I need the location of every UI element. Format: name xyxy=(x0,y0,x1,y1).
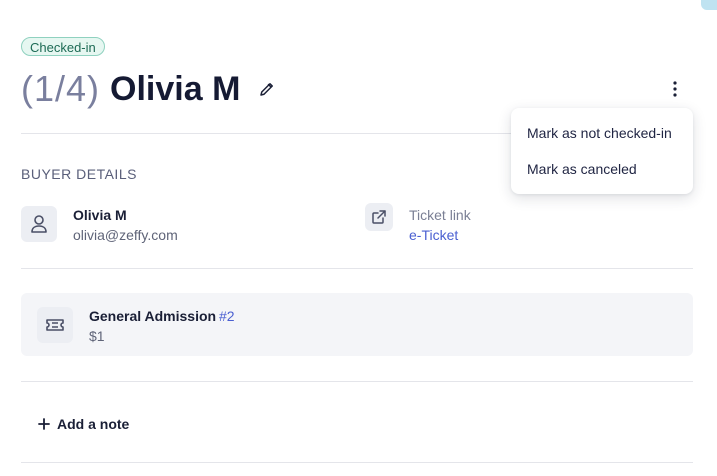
more-vertical-icon xyxy=(673,81,677,97)
ticket-icon-box xyxy=(37,307,73,343)
buyer-details-title: BUYER DETAILS xyxy=(21,166,137,182)
ticket-price: $1 xyxy=(89,328,105,344)
ticket-icon xyxy=(46,319,64,331)
page-title: (1/4) Olivia M xyxy=(21,66,278,112)
attendee-name: Olivia M xyxy=(110,69,241,108)
more-options-button[interactable] xyxy=(664,78,686,100)
buyer-email: olivia@zeffy.com xyxy=(73,227,178,243)
corner-accent xyxy=(701,0,717,10)
add-note-button[interactable]: Add a note xyxy=(38,414,129,434)
add-note-label: Add a note xyxy=(57,416,130,432)
status-badge: Checked-in xyxy=(21,37,105,56)
pencil-icon xyxy=(260,83,274,96)
menu-item-mark-canceled[interactable]: Mark as canceled xyxy=(527,161,637,177)
ticket-link-label: Ticket link xyxy=(409,207,471,223)
plus-icon xyxy=(38,418,50,430)
divider xyxy=(21,462,693,463)
ticket-card: General Admission #2 $1 xyxy=(21,293,693,356)
divider xyxy=(21,381,693,382)
edit-name-button[interactable] xyxy=(256,78,278,100)
user-icon xyxy=(31,215,47,233)
user-icon-box xyxy=(21,206,57,242)
external-link-icon-box xyxy=(365,203,393,231)
divider xyxy=(21,268,693,269)
attendee-index: (1/4) xyxy=(21,68,101,109)
options-dropdown-menu: Mark as not checked-in Mark as canceled xyxy=(511,108,693,194)
e-ticket-link[interactable]: e-Ticket xyxy=(409,227,458,243)
ticket-number: #2 xyxy=(219,308,235,324)
buyer-name: Olivia M xyxy=(73,207,127,223)
ticket-type-name: General Admission xyxy=(89,308,217,324)
menu-item-mark-not-checked-in[interactable]: Mark as not checked-in xyxy=(527,125,672,141)
external-link-icon xyxy=(372,210,386,224)
